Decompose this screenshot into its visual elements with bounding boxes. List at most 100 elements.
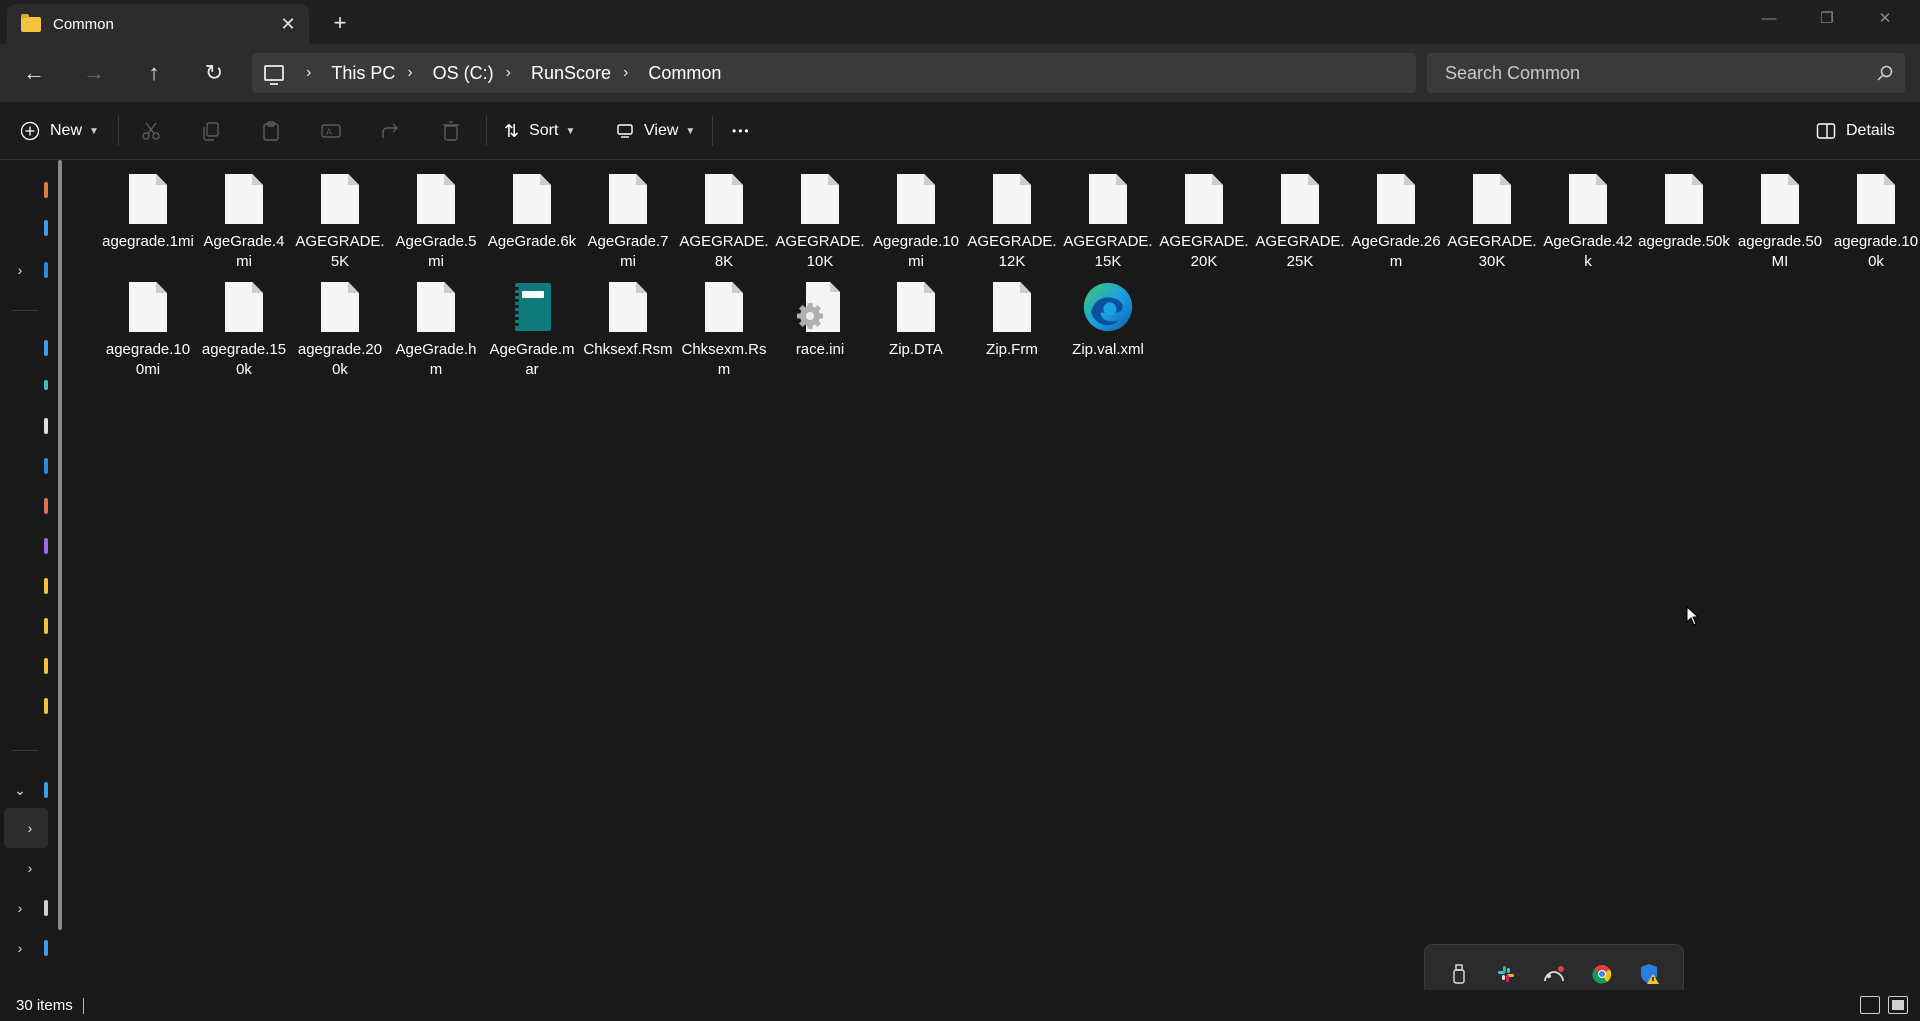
maximize-button[interactable]: ❐ (1798, 0, 1856, 36)
file-item[interactable]: Chksexf.Rsm (580, 278, 676, 386)
search-icon[interactable] (1865, 65, 1905, 81)
nav-pane-scrollbar[interactable] (58, 160, 62, 930)
breadcrumb-os-c[interactable]: OS (C:) (433, 63, 494, 84)
file-item[interactable]: Zip.Frm (964, 278, 1060, 386)
details-view-icon[interactable] (1860, 996, 1880, 1014)
copy-icon (203, 122, 219, 141)
breadcrumb-separator[interactable]: › (506, 64, 511, 82)
search-input[interactable]: Search Common (1427, 53, 1905, 93)
folder-icon[interactable] (44, 618, 48, 634)
view-button[interactable]: View ▼ (616, 114, 695, 148)
documents-icon[interactable] (44, 418, 48, 434)
breadcrumb-separator[interactable]: › (623, 64, 628, 82)
onedrive-sync-icon[interactable] (1540, 960, 1568, 988)
divider (712, 116, 713, 146)
gallery-icon[interactable] (44, 220, 48, 236)
address-bar[interactable]: › This PC › OS (C:) › RunScore › Common (252, 53, 1416, 93)
file-item[interactable]: AGEGRADE.20K (1156, 170, 1252, 278)
defender-warning-icon[interactable] (1635, 960, 1663, 988)
file-item[interactable]: AgeGrade.4mi (196, 170, 292, 278)
file-item[interactable]: AgeGrade.mar (484, 278, 580, 386)
file-icon (986, 170, 1038, 228)
onedrive-icon[interactable] (44, 262, 48, 278)
desktop-icon[interactable] (44, 340, 48, 356)
back-button[interactable]: ← (16, 55, 52, 91)
rename-button[interactable]: A (320, 114, 342, 148)
sort-button[interactable]: ⇅ Sort ▼ (504, 114, 575, 148)
sort-label: Sort (529, 122, 559, 139)
breadcrumb-separator[interactable]: › (407, 64, 412, 82)
this-pc-icon[interactable] (44, 782, 48, 798)
close-window-button[interactable]: ✕ (1856, 0, 1914, 36)
chrome-icon[interactable] (1588, 960, 1616, 988)
collapse-chevron-icon[interactable]: ⌄ (10, 780, 30, 800)
refresh-button[interactable]: ↻ (196, 55, 232, 91)
music-icon[interactable] (44, 498, 48, 514)
file-item[interactable]: AGEGRADE.25K (1252, 170, 1348, 278)
file-item[interactable]: AgeGrade.hm (388, 278, 484, 386)
file-item[interactable]: AGEGRADE.30K (1444, 170, 1540, 278)
file-name: AGEGRADE.15K (1063, 233, 1153, 270)
file-item[interactable]: Agegrade.10mi (868, 170, 964, 278)
file-item[interactable]: AGEGRADE.15K (1060, 170, 1156, 278)
tab-common[interactable]: Common ✕ (7, 4, 309, 44)
folder-icon[interactable] (44, 578, 48, 594)
expand-chevron-icon[interactable]: › (10, 898, 30, 918)
file-item[interactable]: AgeGrade.42k (1540, 170, 1636, 278)
minimize-button[interactable]: — (1740, 0, 1798, 36)
file-item[interactable]: AGEGRADE.8K (676, 170, 772, 278)
file-item[interactable]: agegrade.50k (1636, 170, 1732, 278)
file-item[interactable]: agegrade.50MI (1732, 170, 1828, 278)
new-tab-button[interactable]: + (325, 10, 355, 36)
expand-chevron-icon[interactable]: › (10, 260, 30, 280)
more-options-button[interactable]: ••• (732, 114, 751, 148)
new-button[interactable]: New ▼ (20, 114, 99, 148)
file-item[interactable]: AgeGrade.7mi (580, 170, 676, 278)
file-item[interactable]: Zip.val.xml (1060, 278, 1156, 386)
breadcrumb-runscore[interactable]: RunScore (531, 63, 611, 84)
folder-icon[interactable] (44, 658, 48, 674)
details-pane-button[interactable]: Details (1816, 114, 1895, 148)
file-item[interactable]: agegrade.100mi (100, 278, 196, 386)
network-icon[interactable] (44, 940, 48, 956)
file-item[interactable]: AGEGRADE.12K (964, 170, 1060, 278)
status-separator (82, 997, 84, 1014)
file-item[interactable]: AgeGrade.6k (484, 170, 580, 278)
file-item[interactable]: AGEGRADE.5K (292, 170, 388, 278)
file-item[interactable]: agegrade.1mi (100, 170, 196, 278)
delete-button[interactable] (440, 114, 462, 148)
file-item[interactable]: AGEGRADE.10K (772, 170, 868, 278)
slack-icon[interactable] (1492, 960, 1520, 988)
tab-close-button[interactable]: ✕ (273, 9, 303, 39)
up-button[interactable]: ↑ (136, 55, 172, 91)
breadcrumb-this-pc[interactable]: This PC (331, 63, 395, 84)
file-item[interactable]: agegrade.150k (196, 278, 292, 386)
copy-button[interactable] (200, 114, 222, 148)
downloads-icon[interactable] (44, 380, 48, 390)
usb-drive-icon[interactable] (1445, 960, 1473, 988)
file-item[interactable]: Zip.DTA (868, 278, 964, 386)
file-item[interactable]: race.ini (772, 278, 868, 386)
expand-chevron-icon[interactable]: › (10, 938, 30, 958)
expand-chevron-icon[interactable]: › (20, 858, 40, 878)
pictures-icon[interactable] (44, 458, 48, 474)
folder-icon (21, 13, 41, 32)
paste-button[interactable] (260, 114, 282, 148)
expand-chevron-icon[interactable]: › (20, 818, 40, 838)
file-item[interactable]: AgeGrade.26m (1348, 170, 1444, 278)
drive-icon[interactable] (44, 900, 48, 916)
forward-button[interactable]: → (76, 55, 112, 91)
file-name: AgeGrade.42k (1543, 233, 1633, 270)
videos-icon[interactable] (44, 538, 48, 554)
file-item[interactable]: Chksexm.Rsm (676, 278, 772, 386)
cut-button[interactable] (140, 114, 162, 148)
file-item[interactable]: AgeGrade.5mi (388, 170, 484, 278)
file-name: agegrade.100k (1833, 233, 1919, 270)
large-icons-view-icon[interactable] (1888, 996, 1908, 1014)
breadcrumb-common[interactable]: Common (648, 63, 721, 84)
folder-icon[interactable] (44, 698, 48, 714)
share-button[interactable] (380, 114, 402, 148)
file-item[interactable]: agegrade.100k (1828, 170, 1920, 278)
home-icon[interactable] (44, 182, 48, 198)
file-item[interactable]: agegrade.200k (292, 278, 388, 386)
